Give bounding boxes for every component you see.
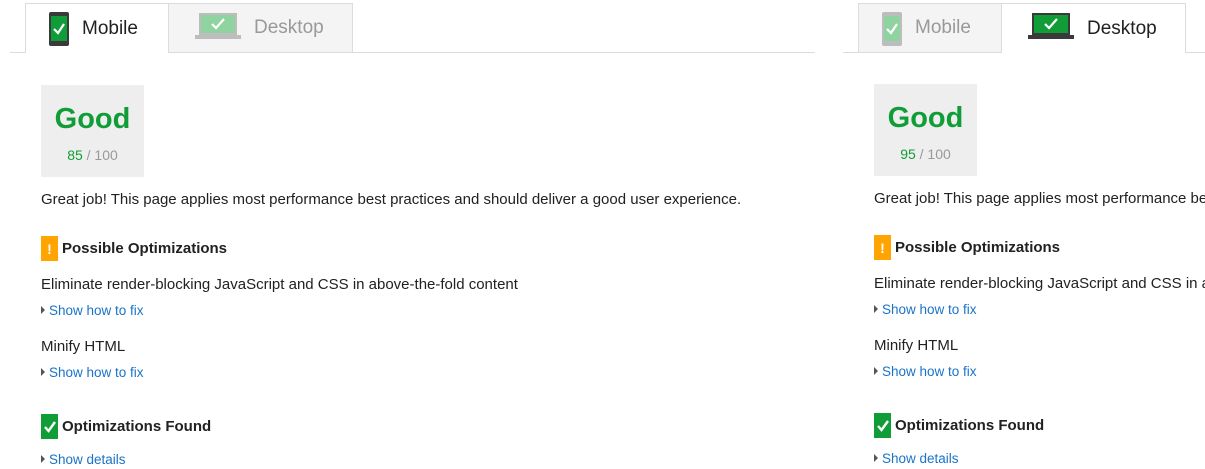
optimizations-found-heading: Optimizations Found [62,418,212,435]
score-max: / 100 [86,147,118,163]
score-value-row: 95 / 100 [874,146,977,162]
caret-right-icon [874,367,878,375]
check-badge-icon [41,414,58,439]
caret-right-icon [41,455,45,463]
show-details-link[interactable]: Show details [41,452,126,467]
show-how-to-fix-label: Show how to fix [882,302,977,317]
score-value-row: 85 / 100 [41,147,144,163]
tab-mobile-label: Mobile [915,17,971,38]
show-details-label: Show details [882,451,959,466]
possible-optimizations-heading: Possible Optimizations [895,239,1061,256]
show-details-link[interactable]: Show details [874,451,959,466]
show-how-to-fix-link[interactable]: Show how to fix [874,364,977,379]
optimization-item-label: Minify HTML [874,337,959,354]
tab-desktop-label: Desktop [1087,17,1157,39]
tab-mobile[interactable]: Mobile [25,3,169,53]
optimizations-found-heading: Optimizations Found [895,417,1045,434]
score-max: / 100 [919,146,951,162]
score-value: 85 [67,147,83,163]
warning-badge-icon: ! [874,235,891,260]
desktop-results-panel: Mobile Desktop Good 95 / 100 Great job! … [833,0,1205,469]
warning-badge-icon: ! [41,236,58,261]
warning-badge-label: ! [47,240,52,257]
show-how-to-fix-label: Show how to fix [49,303,144,318]
desktop-monitor-icon [195,13,241,48]
tab-desktop-label: Desktop [254,17,324,38]
summary-text: Great job! This page applies most perfor… [41,191,742,208]
desktop-monitor-icon [1028,13,1074,48]
caret-right-icon [874,305,878,313]
mobile-phone-icon [49,12,69,51]
tab-desktop[interactable]: Desktop [168,3,353,52]
tab-desktop[interactable]: Desktop [1001,3,1186,53]
score-value: 95 [900,146,916,162]
mobile-results-panel: Mobile Desktop Good 85 / 100 Great job! … [0,0,820,469]
tab-mobile-label: Mobile [82,17,138,39]
score-rating: Good [54,103,131,135]
optimization-item-label: Eliminate render-blocking JavaScript and… [41,276,518,293]
summary-text: Great job! This page applies most perfor… [874,190,1205,207]
warning-badge-label: ! [880,239,885,256]
show-how-to-fix-link[interactable]: Show how to fix [41,303,144,318]
show-details-label: Show details [49,452,126,467]
show-how-to-fix-link[interactable]: Show how to fix [41,365,144,380]
show-how-to-fix-label: Show how to fix [882,364,977,379]
score-box: Good 95 / 100 [874,84,977,176]
caret-right-icon [41,306,45,314]
optimization-item-label: Eliminate render-blocking JavaScript and… [874,275,1205,292]
caret-right-icon [874,454,878,462]
tab-mobile[interactable]: Mobile [858,3,1002,52]
mobile-phone-icon [882,12,902,51]
show-how-to-fix-link[interactable]: Show how to fix [874,302,977,317]
score-rating: Good [887,102,964,134]
show-how-to-fix-label: Show how to fix [49,365,144,380]
caret-right-icon [41,368,45,376]
optimization-item-label: Minify HTML [41,338,126,355]
score-box: Good 85 / 100 [41,85,144,177]
check-badge-icon [874,413,891,438]
possible-optimizations-heading: Possible Optimizations [62,240,228,257]
